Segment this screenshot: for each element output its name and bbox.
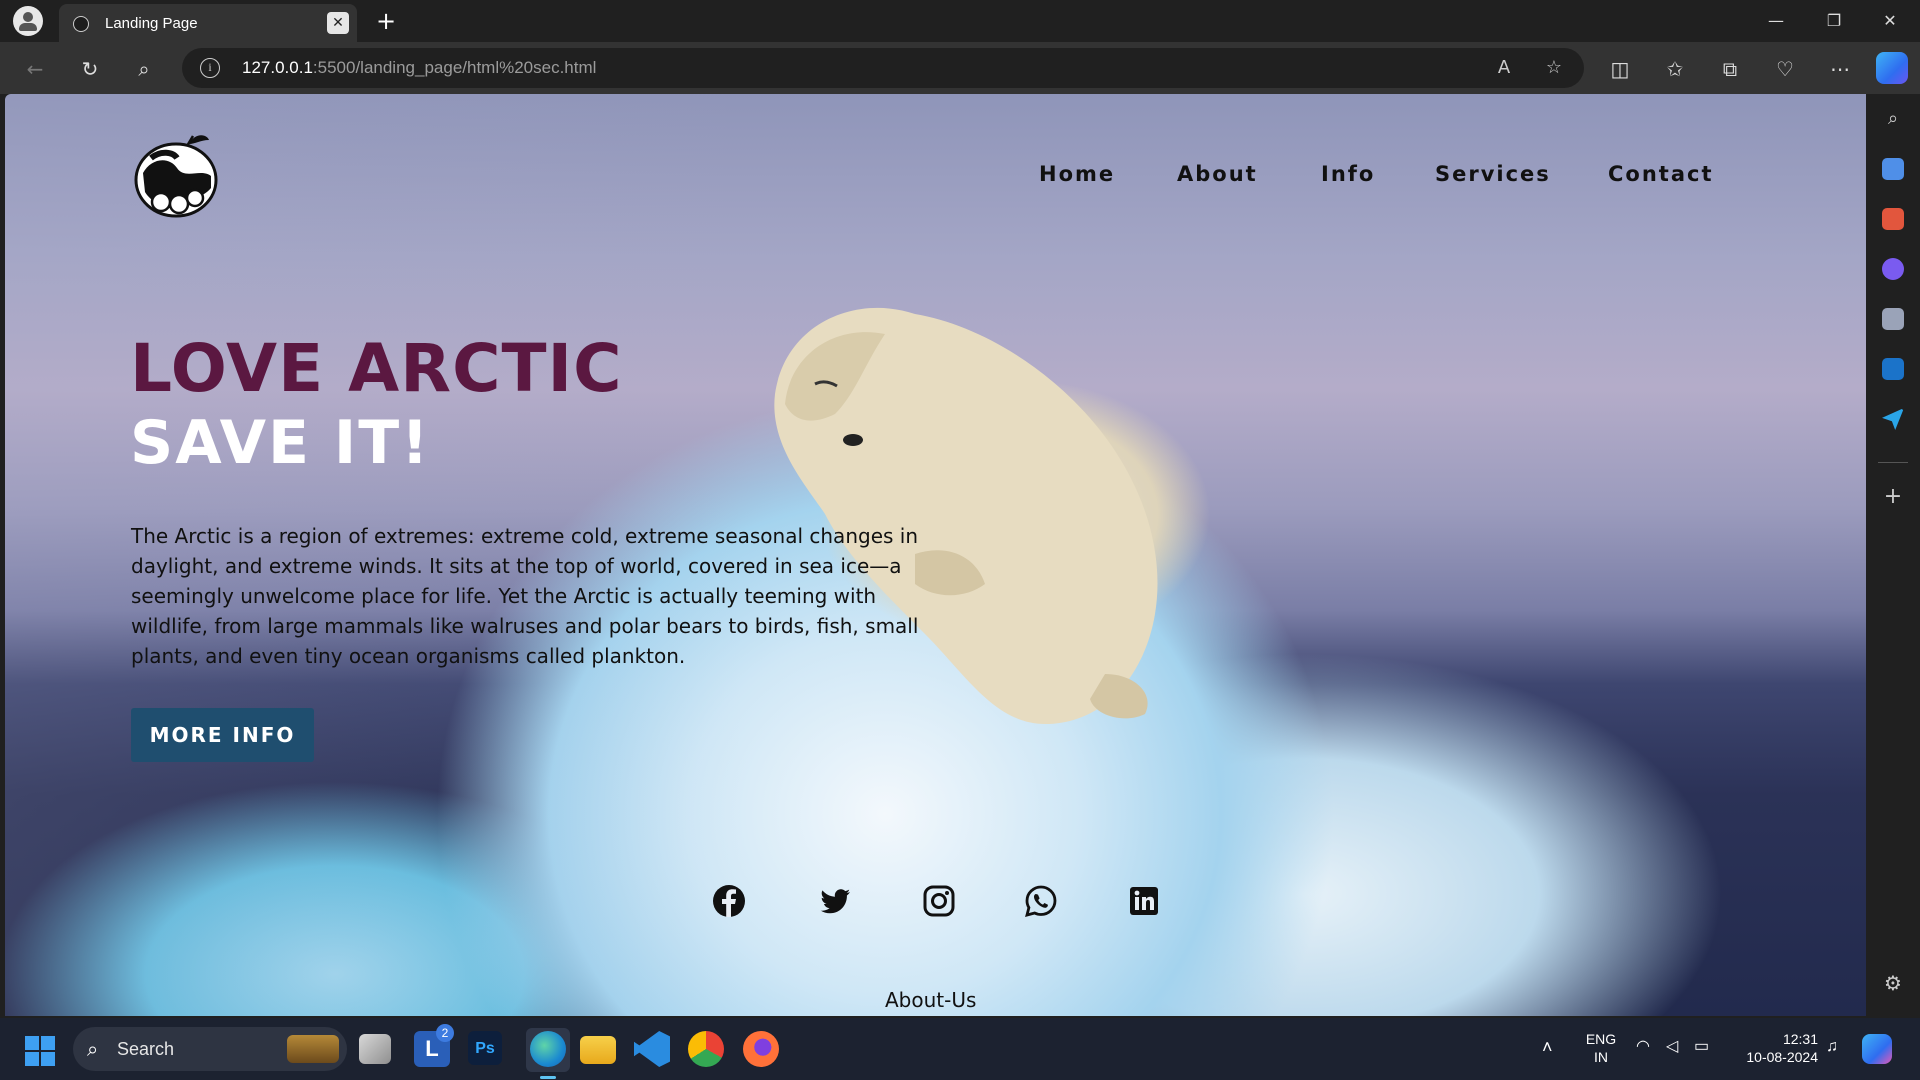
wifi-icon[interactable]: ◠ [1636, 1038, 1650, 1056]
site-info-icon[interactable]: i [200, 58, 220, 78]
edge-browser-icon[interactable] [530, 1031, 566, 1067]
read-aloud-icon[interactable]: A [1490, 54, 1518, 82]
windows-taskbar: ⌕ Search L 2 Ps ˄ ENG IN ◠ ◁ ▭ 12:31 10-… [0, 1018, 1920, 1080]
photoshop-icon[interactable]: Ps [468, 1031, 502, 1065]
language-indicator[interactable]: ENG IN [1584, 1030, 1618, 1066]
browser-titlebar: Landing Page ✕ + — ❐ ✕ [0, 0, 1920, 42]
restore-button[interactable]: ❐ [1814, 8, 1854, 34]
windows-start-icon[interactable] [25, 1036, 55, 1066]
more-info-button[interactable]: MORE INFO [131, 708, 314, 762]
battery-icon[interactable]: ▭ [1694, 1038, 1709, 1056]
taskbar-search-label: Search [117, 1039, 175, 1059]
add-sidebar-app-icon[interactable]: + [1880, 484, 1906, 510]
about-us-link[interactable]: About-Us [885, 988, 976, 1012]
new-tab-button[interactable]: + [371, 6, 401, 36]
tab-close-icon[interactable]: ✕ [327, 12, 349, 34]
nav-about[interactable]: About [1177, 162, 1258, 186]
vscode-icon[interactable] [634, 1031, 670, 1067]
tab-favicon-icon [73, 16, 89, 32]
sidebar-settings-icon[interactable]: ⚙ [1880, 970, 1906, 996]
firefox-icon[interactable] [743, 1031, 779, 1067]
clock[interactable]: 12:31 10-08-2024 [1734, 1030, 1818, 1066]
taskbar-search-icon: ⌕ [87, 1037, 99, 1061]
volume-icon[interactable]: ◁ [1666, 1038, 1678, 1056]
favorites-icon[interactable]: ✩ [1660, 54, 1690, 84]
site-logo[interactable] [131, 128, 221, 218]
browser-tab[interactable]: Landing Page ✕ [59, 4, 357, 42]
chrome-icon[interactable] [688, 1031, 724, 1067]
region-code: IN [1594, 1049, 1608, 1065]
edge-sidebar: ⌕ + ⚙ [1866, 94, 1920, 1018]
search-highlight-image [287, 1035, 339, 1063]
notification-badge: 2 [436, 1024, 454, 1042]
copilot-taskbar-icon[interactable] [1862, 1034, 1892, 1064]
browser-essentials-icon[interactable]: ♡ [1770, 54, 1800, 84]
page-hero: Home About Info Services Contact LOVE AR… [5, 94, 1866, 1016]
sidebar-divider [1878, 462, 1908, 463]
task-view-icon[interactable] [359, 1034, 391, 1064]
browser-toolbar: ← ↻ ⌕ i 127.0.0.1:5500/landing_page/html… [0, 42, 1920, 94]
telegram-icon[interactable] [1882, 408, 1904, 430]
taskbar-search[interactable]: ⌕ Search [73, 1027, 347, 1071]
file-explorer-icon[interactable] [580, 1036, 616, 1064]
address-bar[interactable]: i 127.0.0.1:5500/landing_page/html%20sec… [182, 48, 1584, 88]
headline-save-it: SAVE IT! [130, 408, 431, 478]
instagram-icon[interactable] [922, 884, 956, 918]
whatsapp-icon[interactable] [1024, 884, 1058, 918]
favorite-star-icon[interactable]: ☆ [1540, 54, 1568, 82]
games-icon[interactable] [1882, 308, 1904, 330]
nav-home[interactable]: Home [1039, 162, 1115, 186]
shopping-tag-icon[interactable] [1882, 158, 1904, 180]
linkedin-icon[interactable] [1127, 884, 1161, 918]
intro-paragraph: The Arctic is a region of extremes: extr… [131, 524, 919, 668]
headline-love-arctic: LOVE ARCTIC [130, 330, 623, 407]
outlook-icon[interactable] [1882, 358, 1904, 380]
nav-services[interactable]: Services [1435, 162, 1551, 186]
split-screen-icon[interactable]: ◫ [1605, 54, 1635, 84]
profile-avatar-icon[interactable] [13, 6, 43, 36]
close-window-button[interactable]: ✕ [1870, 8, 1910, 34]
clock-date: 10-08-2024 [1746, 1049, 1818, 1065]
tray-chevron-icon[interactable]: ˄ [1542, 1038, 1553, 1056]
clock-time: 12:31 [1782, 1031, 1818, 1047]
copilot-icon[interactable] [1876, 52, 1908, 84]
refresh-icon[interactable]: ↻ [75, 54, 105, 84]
search-icon[interactable]: ⌕ [129, 54, 159, 84]
notifications-bell-icon[interactable]: ♫ [1826, 1038, 1838, 1056]
twitter-icon[interactable] [818, 884, 852, 918]
minimize-button[interactable]: — [1756, 8, 1796, 34]
copilot-app-icon[interactable] [1882, 258, 1904, 280]
facebook-icon[interactable] [712, 884, 746, 918]
tools-briefcase-icon[interactable] [1882, 208, 1904, 230]
collections-icon[interactable]: ⧉ [1715, 54, 1745, 84]
back-icon[interactable]: ← [20, 54, 50, 84]
nav-contact[interactable]: Contact [1608, 162, 1714, 186]
nav-info[interactable]: Info [1321, 162, 1375, 186]
language-code: ENG [1585, 1031, 1617, 1047]
sidebar-search-icon[interactable]: ⌕ [1882, 108, 1904, 130]
active-app-indicator [540, 1076, 556, 1079]
more-options-icon[interactable]: ⋯ [1825, 54, 1855, 84]
url-text[interactable]: 127.0.0.1:5500/landing_page/html%20sec.h… [242, 58, 596, 78]
tab-title: Landing Page [105, 15, 198, 32]
